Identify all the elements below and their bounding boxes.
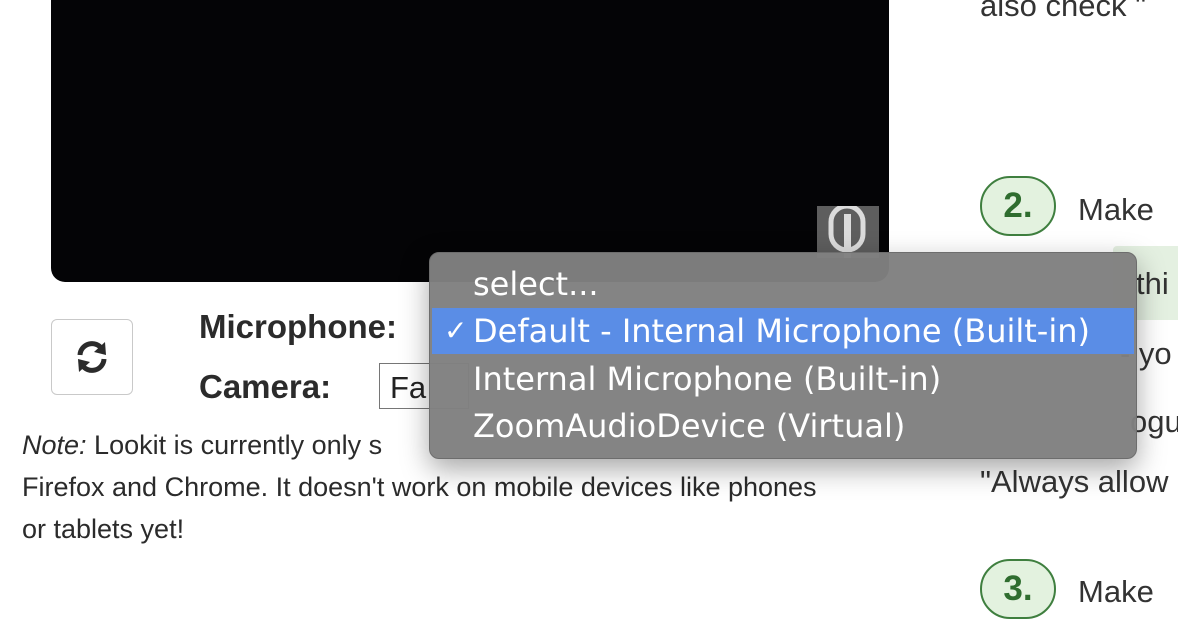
dropdown-option-select[interactable]: select... bbox=[432, 261, 1134, 307]
step-2-fragment-2: ogu bbox=[1130, 404, 1178, 439]
step-2-fragment-3: "Always allow bbox=[980, 464, 1169, 499]
camera-label: Camera: bbox=[199, 368, 332, 405]
dropdown-option-internal-microphone[interactable]: Internal Microphone (Built-in) bbox=[432, 356, 1134, 402]
microphone-label: Microphone: bbox=[199, 308, 397, 345]
step-2-badge: 2. bbox=[980, 176, 1056, 236]
step-1-text: also check " bbox=[980, 0, 1147, 23]
refresh-devices-button[interactable] bbox=[51, 319, 133, 395]
highlight-box-text: thi bbox=[1136, 266, 1169, 301]
checkmark-icon: ✓ bbox=[444, 314, 468, 347]
microphone-icon bbox=[817, 206, 879, 258]
step-3-badge: 3. bbox=[980, 559, 1056, 619]
note-line-2: Firefox and Chrome. It doesn't work on m… bbox=[22, 472, 817, 502]
note-line-3: or tablets yet! bbox=[22, 514, 185, 544]
note-line-1: Lookit is currently only s bbox=[86, 430, 383, 460]
option-label: Default - Internal Microphone (Built-in) bbox=[473, 312, 1090, 350]
microphone-dropdown-menu[interactable]: select... ✓ Default - Internal Microphon… bbox=[429, 252, 1137, 459]
option-label: Internal Microphone (Built-in) bbox=[473, 360, 942, 398]
dropdown-option-default-internal-microphone[interactable]: ✓ Default - Internal Microphone (Built-i… bbox=[432, 308, 1134, 354]
step-3-text: Make bbox=[1078, 574, 1154, 609]
refresh-icon bbox=[77, 341, 107, 373]
step-2-text: Make bbox=[1078, 192, 1154, 227]
dropdown-option-zoom-audio-device[interactable]: ZoomAudioDevice (Virtual) bbox=[432, 403, 1134, 449]
note-prefix: Note: bbox=[22, 430, 87, 460]
webcam-preview bbox=[51, 0, 889, 282]
option-label: ZoomAudioDevice (Virtual) bbox=[473, 407, 906, 445]
option-label: select... bbox=[473, 265, 599, 303]
